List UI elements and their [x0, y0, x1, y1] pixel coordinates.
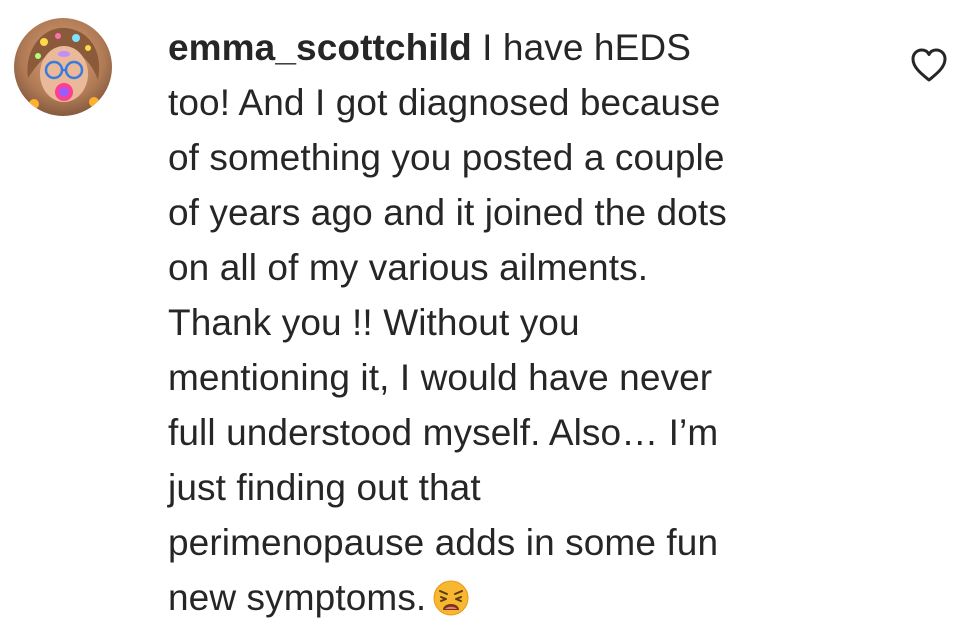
username-link[interactable]: emma_scottchild [168, 27, 472, 68]
comment-line: perimenopause adds in some fun [168, 522, 719, 563]
like-button[interactable] [909, 46, 949, 84]
comment-line: full understood myself. Also… I’m [168, 412, 719, 453]
comment-line-last: new symptoms. [168, 570, 858, 632]
comment-line: mentioning it, I would have never [168, 357, 713, 398]
comment-line: just finding out that [168, 467, 481, 508]
heart-outline-icon [911, 48, 947, 82]
comment-line: on all of my various ailments. [168, 247, 649, 288]
comment-line: emma_scottchild I have hEDS [168, 20, 858, 75]
comment-text: emma_scottchild I have hEDS too! And I g… [168, 20, 858, 632]
avatar[interactable] [14, 18, 112, 116]
comment-line: of something you posted a couple [168, 137, 725, 178]
avatar-image [14, 18, 112, 116]
comment-line: Thank you !! Without you [168, 302, 580, 343]
comment: emma_scottchild I have hEDS too! And I g… [0, 0, 980, 632]
comment-line-text: I have hEDS [471, 27, 691, 68]
weary-face-emoji [432, 577, 470, 632]
comment-line: of years ago and it joined the dots [168, 192, 727, 233]
comment-line: too! And I got diagnosed because [168, 82, 721, 123]
comment-line-text: new symptoms. [168, 577, 427, 618]
